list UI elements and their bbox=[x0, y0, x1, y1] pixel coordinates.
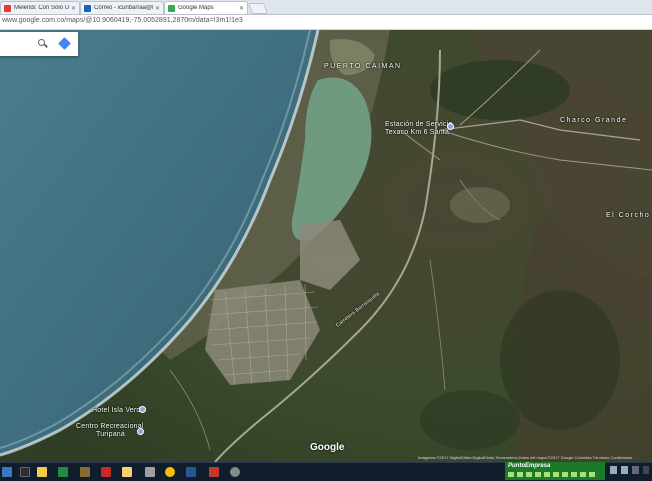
network-icon[interactable] bbox=[610, 466, 617, 474]
label-texaco[interactable]: Texaco Km 6 Santa bbox=[385, 129, 449, 136]
youtube-icon bbox=[4, 4, 11, 12]
folder-icon[interactable] bbox=[122, 467, 132, 477]
tab-google-maps[interactable]: Google Maps ✕ bbox=[164, 1, 248, 14]
acrobat-icon[interactable] bbox=[101, 467, 111, 477]
task-view-icon[interactable] bbox=[20, 467, 30, 477]
excel-icon[interactable] bbox=[58, 467, 68, 477]
mail-icon bbox=[84, 4, 91, 12]
label-centro-recreacional[interactable]: Centro Recreacional bbox=[76, 423, 144, 430]
calculator-icon[interactable] bbox=[145, 467, 155, 477]
google-logo: Google bbox=[310, 442, 345, 453]
label-estacion[interactable]: Estación de Servicio bbox=[385, 121, 452, 128]
file-explorer-icon[interactable] bbox=[37, 467, 47, 477]
app-icon[interactable] bbox=[80, 467, 90, 477]
search-icon[interactable] bbox=[38, 39, 45, 46]
hotel-icon[interactable] bbox=[139, 406, 146, 413]
label-hotel[interactable]: Hotel Isla Verde bbox=[92, 407, 145, 414]
label-puerto-caiman[interactable]: PUERTO CAIMAN bbox=[324, 63, 402, 70]
app-red-icon[interactable] bbox=[209, 467, 219, 477]
gas-station-icon[interactable] bbox=[447, 123, 454, 130]
new-tab-button[interactable] bbox=[247, 3, 269, 14]
chrome-icon[interactable] bbox=[165, 467, 175, 477]
map-imagery bbox=[0, 30, 652, 462]
tab-label: Correo - icuribarraa@lo... bbox=[94, 5, 153, 11]
tray-widget[interactable]: PuntoEmpresa bbox=[505, 462, 605, 480]
start-icon[interactable] bbox=[2, 467, 12, 477]
recreation-icon[interactable] bbox=[137, 428, 144, 435]
tab-correo[interactable]: Correo - icuribarraa@lo... ✕ bbox=[80, 1, 164, 14]
map-attribution: Imágenes ©2017 DigitalGlobe,DigitalGlobe… bbox=[418, 455, 633, 460]
tray-indicators bbox=[508, 472, 602, 478]
url-text: www.google.com.co/maps/@10.9060419,-75.0… bbox=[2, 17, 243, 24]
label-charco-grande[interactable]: Charco Grande bbox=[560, 117, 627, 124]
tab-strip: Melendi: Con Sólo Ui... ✕ Correo - icuri… bbox=[0, 0, 652, 15]
directions-icon[interactable] bbox=[58, 37, 71, 50]
keyboard-icon[interactable] bbox=[632, 466, 639, 474]
satellite-map[interactable]: PUERTO CAIMAN Estación de Servicio Texac… bbox=[0, 30, 652, 462]
close-icon[interactable]: ✕ bbox=[71, 5, 76, 12]
label-turipana[interactable]: Turipaná bbox=[96, 431, 125, 438]
tab-label: Melendi: Con Sólo Ui... bbox=[14, 5, 69, 11]
tray-title: PuntoEmpresa bbox=[508, 463, 551, 469]
tab-label: Google Maps bbox=[178, 5, 214, 11]
tab-melendi[interactable]: Melendi: Con Sólo Ui... ✕ bbox=[0, 1, 80, 14]
maps-icon bbox=[168, 4, 175, 12]
address-bar[interactable]: www.google.com.co/maps/@10.9060419,-75.0… bbox=[0, 15, 652, 30]
close-icon[interactable]: ✕ bbox=[239, 5, 244, 12]
volume-icon[interactable] bbox=[621, 466, 628, 474]
word-icon[interactable] bbox=[186, 467, 196, 477]
search-box[interactable] bbox=[0, 32, 78, 56]
label-el-corcho[interactable]: El Corcho bbox=[606, 212, 650, 219]
close-icon[interactable]: ✕ bbox=[155, 5, 160, 12]
app-gray-icon[interactable] bbox=[230, 467, 240, 477]
notification-icon[interactable] bbox=[643, 466, 649, 474]
